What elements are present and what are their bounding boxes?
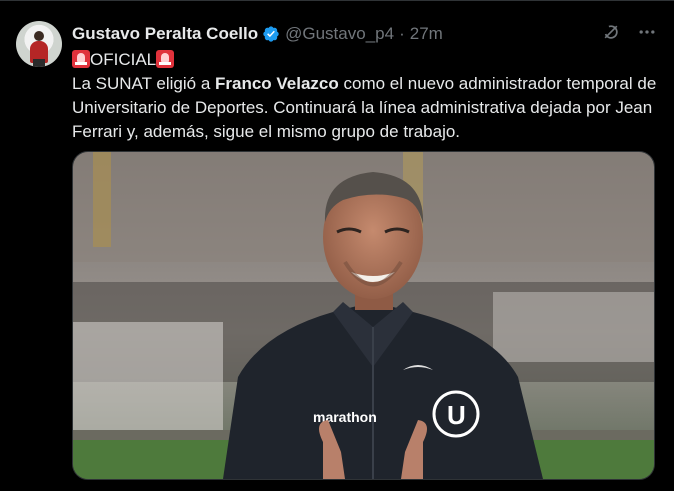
avatar[interactable] [16,21,62,67]
verified-badge-icon [262,25,280,43]
avatar-figure-head [34,31,44,41]
photo-illustration: marathon U [73,152,654,479]
more-icon[interactable] [636,21,658,43]
author-name[interactable]: Gustavo Peralta Coello [72,24,258,44]
grok-icon[interactable] [600,21,622,43]
post-photo[interactable]: marathon U [72,151,655,480]
siren-emoji-icon [156,50,175,68]
tweet[interactable]: Gustavo Peralta Coello @Gustavo_p4 · 27m… [0,0,674,491]
author-handle[interactable]: @Gustavo_p4 [285,24,394,44]
tweet-text: OFICIAL La SUNAT eligió a Franco Velazco… [72,48,662,144]
avatar-figure-legs [33,59,45,67]
tweet-actions [600,21,658,43]
tag-line: OFICIAL [72,48,662,72]
tweet-header: Gustavo Peralta Coello @Gustavo_p4 · 27m [72,23,658,45]
separator-dot: · [399,24,405,43]
post-tag: OFICIAL [90,50,157,69]
crest-letter: U [447,400,466,430]
post-body-prefix: La SUNAT eligió a [72,74,215,93]
siren-emoji-icon [72,50,90,68]
post-time[interactable]: 27m [410,24,443,44]
post-body-bold: Franco Velazco [215,74,339,93]
post-body: La SUNAT eligió a Franco Velazco como el… [72,72,662,144]
